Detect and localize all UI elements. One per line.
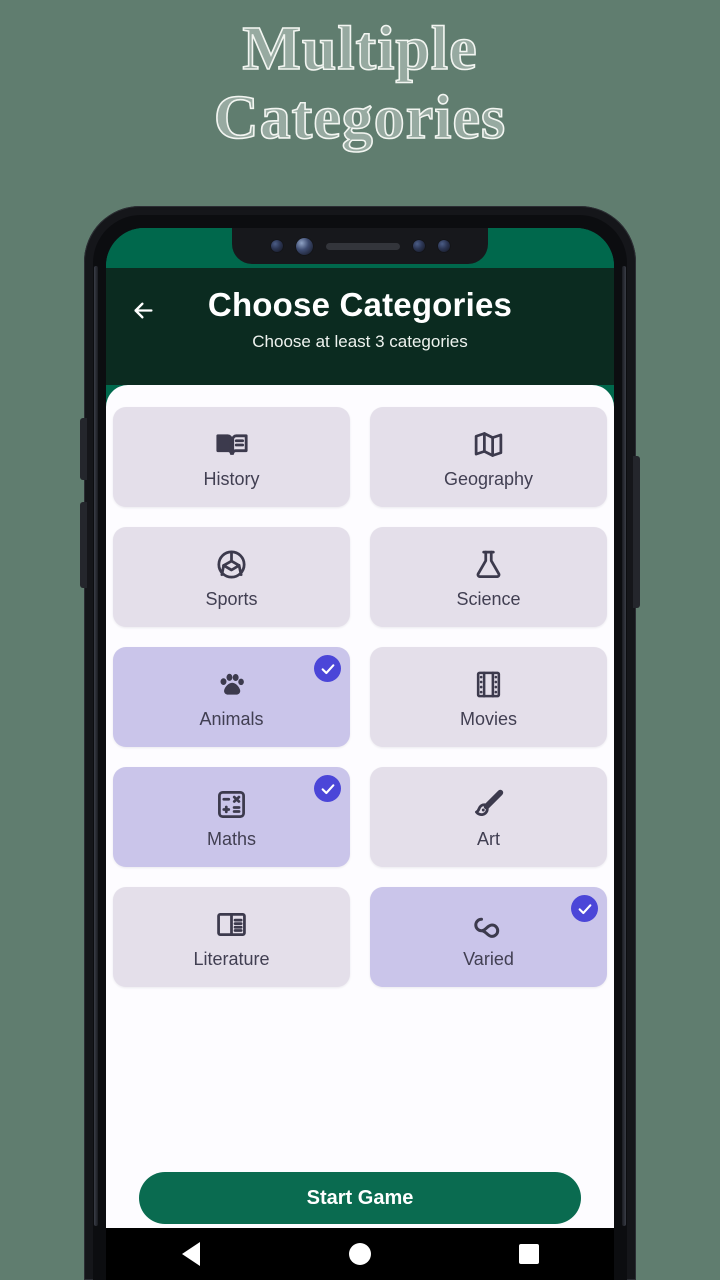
- content-sheet: History Geography Sports Science Animals…: [106, 385, 614, 1280]
- category-label: History: [203, 468, 260, 489]
- category-card-animals[interactable]: Animals: [113, 647, 350, 747]
- front-camera-icon: [295, 237, 313, 255]
- promo-headline: Multiple Categories: [0, 15, 720, 153]
- page-title: Choose Categories: [207, 286, 513, 323]
- selected-check-badge: [314, 655, 341, 682]
- selected-check-badge: [314, 775, 341, 802]
- triangle-back-icon: [181, 1242, 200, 1266]
- check-icon: [320, 661, 336, 677]
- category-label: Geography: [443, 468, 534, 489]
- selected-check-badge: [571, 895, 598, 922]
- start-game-button[interactable]: Start Game: [139, 1172, 581, 1224]
- volume-down-button[interactable]: [80, 502, 87, 588]
- paint-brush-icon: [471, 787, 507, 823]
- app-bar: Choose Categories Choose at least 3 cate…: [106, 268, 614, 385]
- category-card-geography[interactable]: Geography: [370, 407, 607, 507]
- power-button[interactable]: [633, 456, 640, 608]
- volume-up-button[interactable]: [80, 418, 87, 480]
- category-card-sports[interactable]: Sports: [113, 527, 350, 627]
- category-card-art[interactable]: Art: [370, 767, 607, 867]
- sensor-dot-icon: [412, 240, 425, 252]
- phone-rim-right: [622, 266, 626, 1226]
- category-label: Movies: [459, 708, 517, 729]
- notch: [232, 228, 488, 264]
- system-navigation-bar: [106, 1228, 614, 1280]
- promo-line-2: Categories: [213, 84, 507, 153]
- earpiece-speaker-icon: [325, 242, 400, 250]
- calculator-icon: [214, 787, 250, 823]
- infinity-icon: [471, 907, 507, 943]
- category-card-literature[interactable]: Literature: [113, 887, 350, 987]
- paw-print-icon: [214, 667, 250, 703]
- page-subtitle: Choose at least 3 categories: [252, 332, 468, 351]
- film-strip-icon: [471, 667, 507, 703]
- category-label: Sports: [205, 588, 258, 609]
- system-back-button[interactable]: [161, 1228, 221, 1280]
- footer-actions: Start Game: [106, 1172, 614, 1224]
- category-grid: History Geography Sports Science Animals…: [106, 407, 614, 987]
- square-recents-icon: [519, 1244, 540, 1264]
- open-book-icon: [214, 427, 250, 463]
- conical-flask-icon: [471, 547, 507, 583]
- phone-mockup: Choose Categories Choose at least 3 cate…: [80, 206, 640, 1280]
- category-card-varied[interactable]: Varied: [370, 887, 607, 987]
- check-icon: [320, 781, 336, 797]
- promo-line-1: Multiple: [242, 15, 478, 83]
- category-card-science[interactable]: Science: [370, 527, 607, 627]
- category-card-maths[interactable]: Maths: [113, 767, 350, 867]
- system-home-button[interactable]: [330, 1228, 390, 1280]
- category-card-movies[interactable]: Movies: [370, 647, 607, 747]
- category-label: Maths: [206, 828, 257, 849]
- category-label: Literature: [193, 948, 270, 969]
- reader-mode-icon: [214, 907, 250, 943]
- category-label: Animals: [199, 708, 264, 729]
- phone-screen: Choose Categories Choose at least 3 cate…: [106, 228, 614, 1280]
- category-label: Science: [456, 588, 521, 609]
- check-icon: [577, 901, 593, 917]
- sensor-dot-icon: [437, 240, 450, 252]
- phone-rim-left: [94, 266, 98, 1226]
- system-recents-button[interactable]: [499, 1228, 559, 1280]
- sports-ball-icon: [214, 547, 250, 583]
- category-label: Varied: [463, 948, 514, 969]
- category-card-history[interactable]: History: [113, 407, 350, 507]
- category-label: Art: [476, 828, 500, 849]
- sensor-dot-icon: [270, 240, 283, 252]
- status-bar: [106, 228, 614, 268]
- circle-home-icon: [348, 1243, 371, 1265]
- folded-map-icon: [471, 427, 507, 463]
